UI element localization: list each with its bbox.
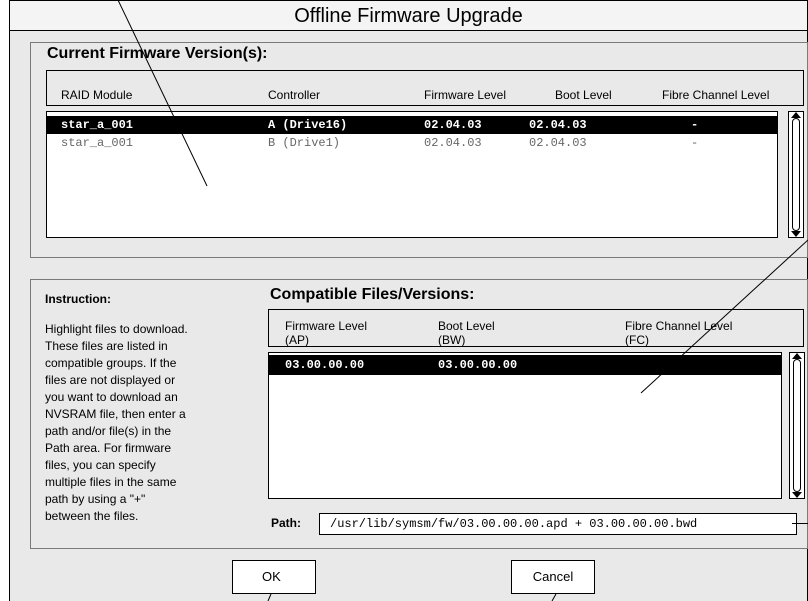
callout-line [117,0,208,187]
callout-line [640,239,808,394]
callout-line [551,593,557,601]
callout-line [267,593,272,601]
callout-lines [117,0,808,601]
